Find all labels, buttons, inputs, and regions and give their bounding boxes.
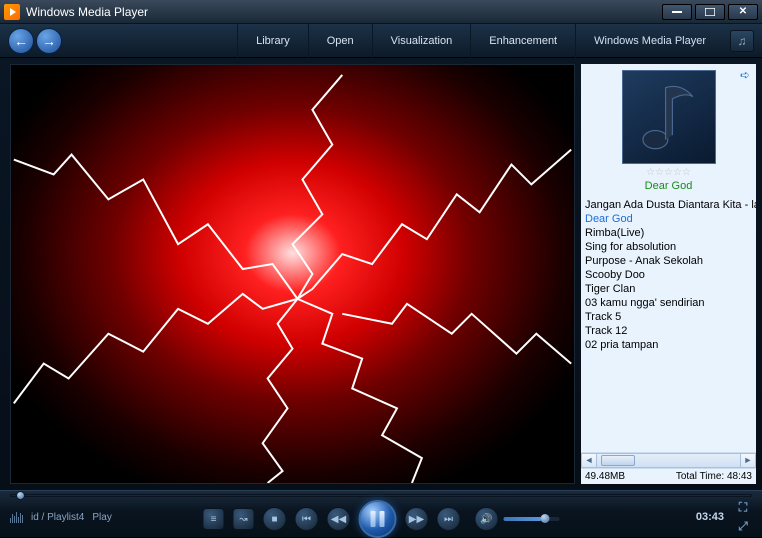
- playlist: Jangan Ada Dusta Diantara Kita - laDear …: [581, 194, 756, 452]
- mute-button[interactable]: 🔊: [475, 507, 499, 531]
- total-time: Total Time: 48:43: [676, 469, 752, 484]
- window-title: Windows Media Player: [26, 5, 659, 19]
- play-pause-button[interactable]: [359, 500, 397, 538]
- transport-controls: ≡ ↝ ■ ⏮ ◀◀ ▶▶ ⏭ 🔊: [203, 500, 560, 538]
- forward-button[interactable]: ▶▶: [405, 507, 429, 531]
- volume-control: 🔊: [475, 507, 560, 531]
- minimize-button[interactable]: [662, 4, 692, 20]
- controls-left: id / Playlist4 Play: [10, 511, 112, 523]
- elapsed-time: 03:43: [696, 511, 724, 523]
- album-section: ☆☆☆☆☆ Dear God: [581, 64, 756, 194]
- playlist-item[interactable]: Sing for absolution: [585, 240, 756, 254]
- expand-panel-icon[interactable]: ➪: [740, 68, 750, 82]
- visualization-lightning: [11, 65, 574, 483]
- title-bar: Windows Media Player ✕: [0, 0, 762, 24]
- playlist-item[interactable]: Track 5: [585, 310, 756, 324]
- controls-right: 03:43 ⛶ ⤢: [696, 500, 752, 535]
- scroll-right-button[interactable]: ►: [740, 453, 756, 468]
- play-mode-label[interactable]: Play: [92, 512, 111, 523]
- now-playing-panel: ➪ ☆☆☆☆☆ Dear God Jangan Ada Dusta Dianta…: [581, 64, 756, 484]
- scroll-track[interactable]: [597, 453, 740, 468]
- horizontal-scrollbar[interactable]: ◄ ►: [581, 452, 756, 468]
- volume-knob[interactable]: [540, 514, 549, 523]
- app-name-label: Windows Media Player: [575, 24, 724, 58]
- toolbar: ← → Library Open Visualization Enhanceme…: [0, 24, 762, 58]
- playlist-item[interactable]: 03 kamu ngga' sendirian: [585, 296, 756, 310]
- playlist-item[interactable]: Tiger Clan: [585, 282, 756, 296]
- playlist-item[interactable]: Track 12: [585, 324, 756, 338]
- visualization-pane[interactable]: [10, 64, 575, 484]
- close-button[interactable]: ✕: [728, 4, 758, 20]
- playlist-name-label[interactable]: id / Playlist4: [31, 512, 84, 523]
- compact-mode-button[interactable]: ⤢: [734, 519, 752, 535]
- menu-visualization[interactable]: Visualization: [372, 24, 471, 58]
- seek-knob[interactable]: [16, 491, 25, 500]
- scroll-left-button[interactable]: ◄: [581, 453, 597, 468]
- playlist-item[interactable]: Jangan Ada Dusta Diantara Kita - la: [585, 198, 756, 212]
- playlist-item[interactable]: Purpose - Anak Sekolah: [585, 254, 756, 268]
- scroll-thumb[interactable]: [601, 455, 635, 466]
- menu-open[interactable]: Open: [308, 24, 372, 58]
- stop-button[interactable]: ■: [263, 507, 287, 531]
- playlist-item[interactable]: 02 pria tampan: [585, 338, 756, 352]
- equalizer-icon: [10, 511, 23, 523]
- playlist-item[interactable]: Dear God: [585, 212, 756, 226]
- next-button[interactable]: ⏭: [437, 507, 461, 531]
- album-art[interactable]: [622, 70, 716, 164]
- previous-button[interactable]: ⏮: [295, 507, 319, 531]
- playlist-menu-button[interactable]: ≡: [203, 508, 225, 530]
- seek-bar[interactable]: [10, 493, 752, 499]
- playlist-item[interactable]: Rimba(Live): [585, 226, 756, 240]
- shuffle-button[interactable]: ↝: [233, 508, 255, 530]
- back-button[interactable]: ←: [8, 28, 34, 54]
- forward-button[interactable]: →: [36, 28, 62, 54]
- playlist-item[interactable]: Scooby Doo: [585, 268, 756, 282]
- music-icon-button[interactable]: ♫: [730, 30, 754, 52]
- main-area: ➪ ☆☆☆☆☆ Dear God Jangan Ada Dusta Dianta…: [0, 58, 762, 490]
- playback-controls: id / Playlist4 Play ≡ ↝ ■ ⏮ ◀◀ ▶▶ ⏭ 🔊 03…: [0, 490, 762, 537]
- now-playing-title: Dear God: [645, 180, 693, 192]
- maximize-button[interactable]: [695, 4, 725, 20]
- music-note-icon: [640, 83, 698, 151]
- menu-library[interactable]: Library: [237, 24, 308, 58]
- fullscreen-button[interactable]: ⛶: [734, 500, 752, 516]
- status-row: 49.48MB Total Time: 48:43: [581, 468, 756, 484]
- volume-slider[interactable]: [504, 517, 560, 521]
- rewind-button[interactable]: ◀◀: [327, 507, 351, 531]
- menu-enhancement[interactable]: Enhancement: [470, 24, 575, 58]
- rating-stars[interactable]: ☆☆☆☆☆: [646, 167, 691, 178]
- wmp-logo-icon: [4, 4, 20, 20]
- playlist-size: 49.48MB: [585, 469, 625, 484]
